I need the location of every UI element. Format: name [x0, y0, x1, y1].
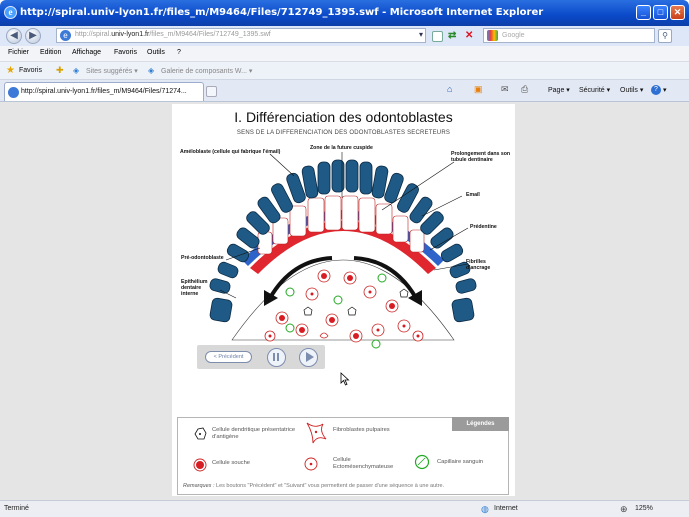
status-bar: Terminé ◍ Internet ⊕ 125% — [0, 500, 689, 517]
address-dropdown-icon[interactable]: ▾ — [419, 30, 423, 39]
menu-favoris[interactable]: Favoris — [114, 49, 137, 56]
label-pre-odontoblaste: Pré-odontoblaste — [181, 255, 224, 261]
back-button[interactable]: ◀ — [6, 28, 22, 44]
favorites-button[interactable]: Favoris — [19, 67, 42, 74]
menu-outils[interactable]: Outils — [147, 49, 165, 56]
compatibility-icon[interactable] — [432, 31, 443, 42]
stop-icon[interactable]: ✕ — [465, 31, 476, 42]
web-slice-icon: ◈ — [148, 66, 155, 75]
play-button[interactable] — [299, 348, 318, 367]
odontoblast-diagram — [209, 152, 477, 349]
tab-label: http://spiral.univ-lyon1.fr/files_m/M946… — [21, 88, 187, 95]
slide-title: I. Différenciation des odontoblastes — [234, 109, 453, 125]
label-epithelium: Epithélium dentaire interne — [181, 279, 208, 298]
label-ameloblaste: Améloblaste (cellule qui fabrique l'émai… — [180, 149, 281, 155]
google-icon — [487, 30, 498, 41]
web-slice-gallery-link[interactable]: Galerie de composants W... ▾ — [161, 67, 252, 75]
menu-help[interactable]: ? — [177, 49, 181, 56]
label-prolongement: Prolongement dans son tubule dentinaire — [451, 151, 511, 164]
legend-ecto: Cellule Ectomésenchymateuse — [333, 457, 394, 470]
close-button[interactable]: ✕ — [670, 5, 685, 20]
menu-fichier[interactable]: Fichier — [8, 49, 29, 56]
mouse-cursor-icon — [340, 372, 350, 386]
refresh-icon[interactable]: ⇄ — [448, 31, 459, 42]
minimize-button[interactable]: _ — [636, 5, 651, 20]
security-menu[interactable]: Sécurité ▾ — [579, 86, 610, 94]
search-input[interactable]: Google — [483, 28, 655, 43]
security-zone[interactable]: Internet — [494, 505, 518, 512]
legend-title: Légendes — [452, 417, 509, 431]
menu-edition[interactable]: Edition — [40, 49, 61, 56]
address-toolbar: ◀ ▶ e http://spiral.univ-lyon1.fr/files_… — [0, 26, 689, 46]
previous-button[interactable]: < Précédent — [205, 351, 252, 363]
search-icon[interactable]: ⚲ — [658, 29, 672, 43]
label-email: Emaîl — [466, 192, 480, 198]
page-icon: e — [60, 30, 71, 41]
title-bar: e http://spiral.univ-lyon1.fr/files_m/M9… — [0, 0, 689, 26]
tab-page-icon — [8, 87, 19, 98]
label-zone-cuspide: Zone de la future cuspide — [310, 145, 373, 151]
status-text: Terminé — [4, 505, 29, 512]
window-title: http://spiral.univ-lyon1.fr/files_m/M946… — [20, 7, 544, 18]
help-dropdown-icon[interactable]: ▾ — [663, 86, 667, 94]
help-icon[interactable]: ? — [651, 85, 661, 95]
tab-current[interactable]: http://spiral.univ-lyon1.fr/files_m/M946… — [4, 82, 204, 101]
ectomesenchymal-cell-icon — [304, 457, 318, 471]
internet-zone-icon: ◍ — [481, 504, 489, 514]
stem-cell-icon — [193, 458, 207, 472]
forward-button[interactable]: ▶ — [25, 28, 41, 44]
legend-souche: Cellule souche — [212, 460, 251, 466]
legend-dendritique: Cellule dendritique présentatrice d'anti… — [212, 427, 296, 440]
pause-button[interactable] — [267, 348, 286, 367]
search-placeholder: Google — [502, 32, 525, 39]
label-fibrilles: Fibrilles d'ancrage — [466, 259, 491, 272]
address-text: http://spiral.univ-lyon1.fr/files_m/M946… — [75, 31, 271, 38]
ie-logo-icon: e — [4, 6, 17, 19]
slide-subtitle: SENS DE LA DIFFERENCIATION DES ODONTOBLA… — [236, 130, 451, 136]
favorites-bar: ★ Favoris ✚ ◈ Sites suggérés ▾ ◈ Galerie… — [0, 62, 689, 80]
tab-bar: http://spiral.univ-lyon1.fr/files_m/M946… — [0, 80, 689, 102]
dendritic-cell-icon — [194, 427, 207, 440]
home-icon[interactable]: ⌂ — [447, 84, 452, 94]
mail-icon[interactable]: ✉ — [501, 84, 509, 95]
suggested-sites-link[interactable]: Sites suggérés ▾ — [86, 67, 138, 75]
tools-menu[interactable]: Outils ▾ — [620, 86, 643, 94]
legend-fibroblastes: Fibroblastes pulpaires — [333, 427, 390, 433]
legend-capillaire: Capillaire sanguin — [437, 459, 484, 465]
capillary-icon — [414, 454, 430, 470]
suggested-sites-icon: ◈ — [73, 66, 80, 75]
remarks-text: Remarques : Les boutons "Précédent" et "… — [183, 483, 445, 489]
zoom-level[interactable]: 125% — [635, 505, 653, 512]
new-tab-button[interactable] — [206, 86, 217, 97]
add-favorite-icon[interactable]: ✚ — [56, 65, 64, 76]
print-icon[interactable]: ⎙ — [521, 84, 528, 95]
zoom-icon: ⊕ — [620, 504, 628, 514]
menu-bar: Fichier Edition Affichage Favoris Outils… — [0, 46, 689, 62]
menu-affichage[interactable]: Affichage — [72, 49, 101, 56]
label-predentine: Prédentine — [470, 224, 497, 230]
fibroblast-icon — [306, 422, 327, 444]
maximize-button[interactable]: □ — [653, 5, 668, 20]
favorites-star-icon: ★ — [6, 65, 15, 76]
page-menu[interactable]: Page ▾ — [548, 86, 570, 94]
address-bar[interactable]: e http://spiral.univ-lyon1.fr/files_m/M9… — [56, 28, 426, 43]
feeds-icon[interactable]: ▣ — [474, 84, 483, 95]
